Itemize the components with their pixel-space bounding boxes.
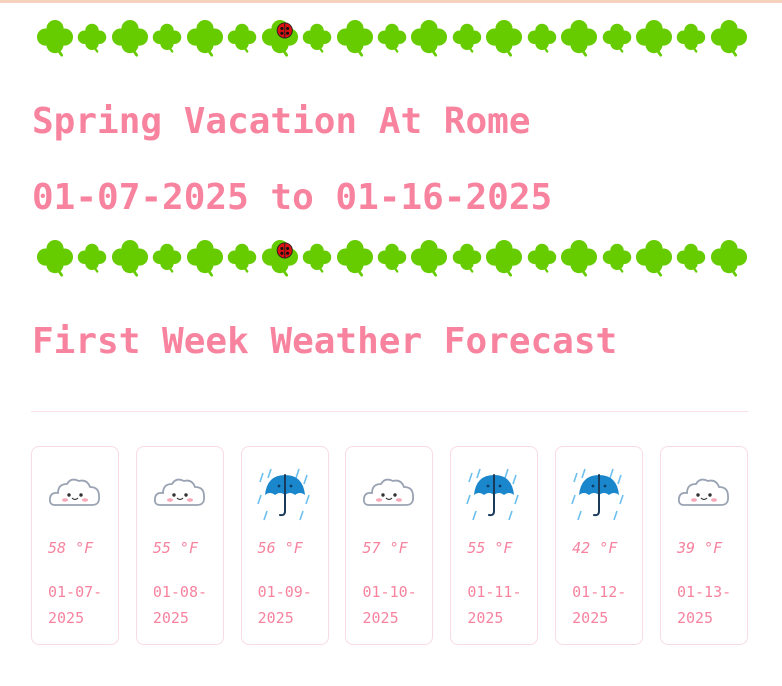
- umbrella-rain-icon: [466, 465, 522, 521]
- clover-icon: [336, 239, 374, 277]
- clover-icon: [527, 243, 557, 273]
- temperature: 42 °F: [572, 539, 618, 557]
- cloud-icon: [361, 465, 417, 521]
- forecast-card: 56 °F 01-09-2025: [240, 446, 329, 645]
- forecast-card: 42 °F 01-12-2025: [555, 446, 644, 645]
- clover-icon: [77, 23, 107, 53]
- forecast-card: 57 °F 01-10-2025: [345, 446, 434, 645]
- clover-icon: [302, 243, 332, 273]
- forecast-heading: First Week Weather Forecast: [32, 321, 618, 362]
- umbrella-rain-icon: [256, 465, 313, 521]
- page-title: Spring Vacation At Rome: [32, 101, 531, 142]
- forecast-date: 01-10-2025: [362, 583, 417, 627]
- clover-icon: [635, 19, 673, 57]
- top-border-line: [0, 0, 782, 3]
- clover-icon: [111, 19, 149, 57]
- clover-icon: [186, 239, 224, 277]
- clover-icon: [676, 23, 706, 53]
- clover-icon: [710, 239, 748, 277]
- clover-ladybug-icon: [261, 19, 299, 57]
- clover-icon: [635, 239, 673, 277]
- forecast-date: 01-13-2025: [676, 583, 732, 627]
- clover-icon: [336, 19, 374, 57]
- forecast-date: 01-09-2025: [257, 583, 312, 627]
- clover-icon: [227, 23, 257, 53]
- temperature: 57 °F: [362, 539, 408, 557]
- clover-icon: [410, 19, 448, 57]
- clover-icon: [560, 239, 598, 277]
- clover-icon: [485, 19, 523, 57]
- clover-icon: [36, 239, 74, 277]
- cloud-icon: [676, 465, 732, 521]
- cloud-icon: [47, 465, 103, 521]
- forecast-card: 58 °F 01-07-2025: [31, 446, 119, 645]
- clover-icon: [77, 243, 107, 273]
- temperature: 58 °F: [48, 539, 94, 557]
- clover-icon: [602, 243, 632, 273]
- clover-icon: [710, 19, 748, 57]
- clover-icon: [36, 19, 74, 57]
- date-range: 01-07-2025 to 01-16-2025: [32, 177, 553, 218]
- clover-icon: [560, 19, 598, 57]
- cloud-icon: [152, 465, 208, 521]
- clover-icon: [485, 239, 523, 277]
- clover-icon: [152, 23, 182, 53]
- clover-icon: [452, 243, 482, 273]
- forecast-card: 39 °F 01-13-2025: [659, 446, 748, 645]
- forecast-date: 01-07-2025: [48, 583, 103, 627]
- clover-icon: [452, 23, 482, 53]
- clover-ladybug-icon: [261, 239, 299, 277]
- clover-icon: [186, 19, 224, 57]
- clover-icon: [527, 23, 557, 53]
- temperature: 39 °F: [676, 539, 723, 557]
- forecast-date: 01-11-2025: [467, 583, 522, 627]
- temperature: 56 °F: [257, 539, 303, 557]
- clover-icon: [111, 239, 149, 277]
- clover-icon: [410, 239, 448, 277]
- clover-icon: [302, 23, 332, 53]
- umbrella-rain-icon: [571, 465, 627, 521]
- clover-icon: [152, 243, 182, 273]
- forecast-date: 01-12-2025: [572, 583, 627, 627]
- forecast-card: 55 °F 01-11-2025: [450, 446, 539, 645]
- temperature: 55 °F: [467, 539, 513, 557]
- clover-border-middle: [36, 236, 748, 280]
- clover-border-top: [36, 16, 748, 60]
- forecast-date: 01-08-2025: [152, 583, 208, 627]
- forecast-card: 55 °F 01-08-2025: [135, 446, 224, 645]
- forecast-cards: 58 °F 01-07-2025 55 °F 01-08-2025 56 °F …: [31, 446, 748, 645]
- temperature: 55 °F: [152, 539, 198, 557]
- clover-icon: [227, 243, 257, 273]
- clover-icon: [377, 243, 407, 273]
- clover-icon: [377, 23, 407, 53]
- clover-icon: [676, 243, 706, 273]
- clover-icon: [602, 23, 632, 53]
- section-divider: [31, 411, 748, 412]
